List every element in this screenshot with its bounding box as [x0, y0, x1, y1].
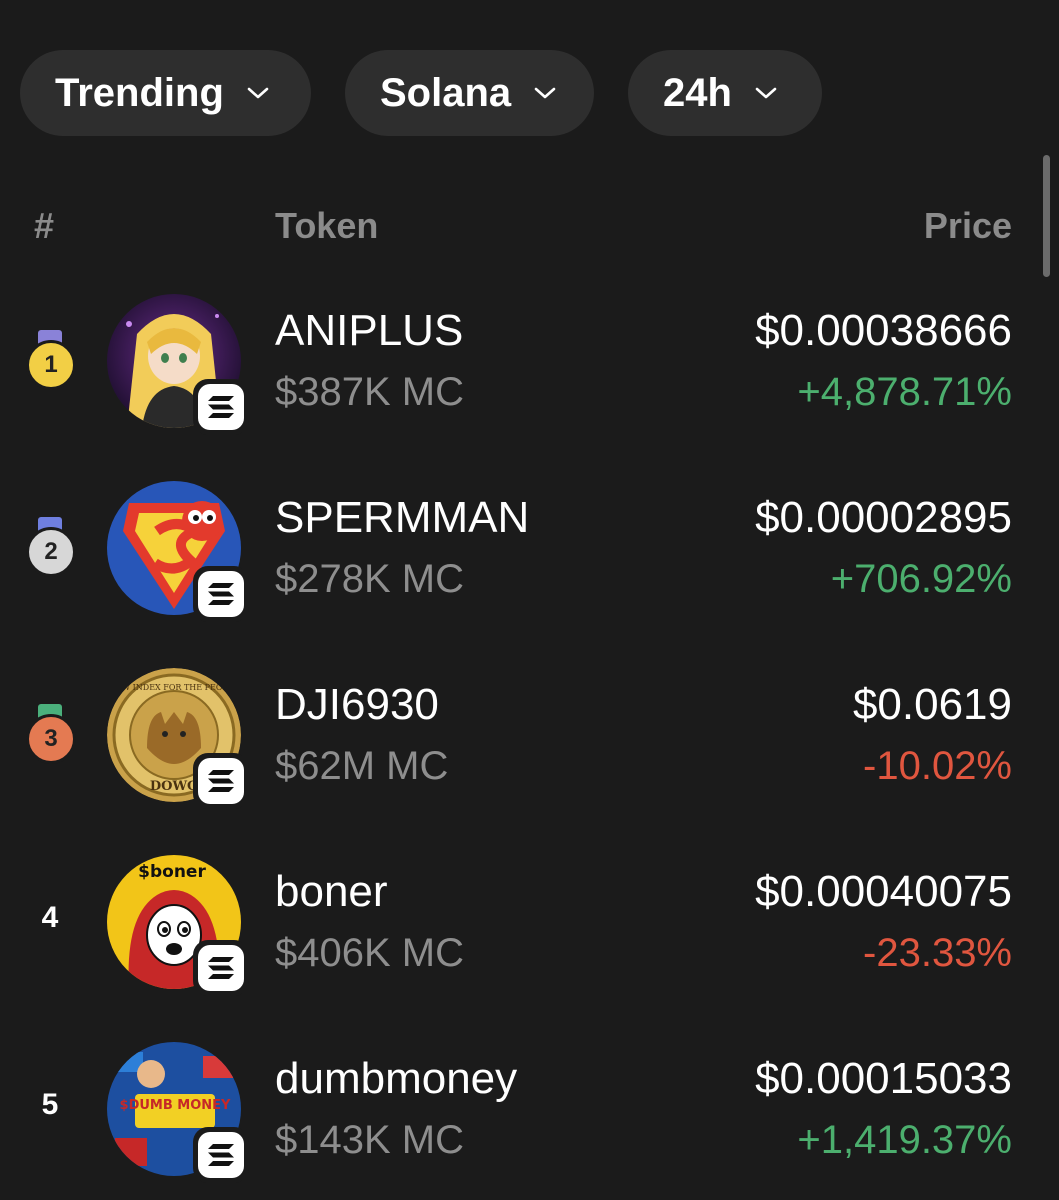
- filter-bar: Trending Solana 24h: [20, 50, 822, 136]
- token-price-change: -10.02%: [863, 744, 1012, 788]
- token-market-cap: $62M MC: [275, 744, 449, 788]
- token-name: boner: [275, 867, 388, 916]
- token-price-change: -23.33%: [863, 931, 1012, 975]
- token-price: $0.00040075: [755, 867, 1012, 916]
- rank-number: 4: [41, 901, 59, 934]
- chevron-down-icon: [533, 81, 557, 105]
- svg-text:$DUMB MONEY: $DUMB MONEY: [120, 1098, 232, 1113]
- token-price: $0.0619: [852, 680, 1012, 729]
- token-row[interactable]: 2 SPERMMAN $278K MC $0.00002895 +706.92%: [0, 481, 1059, 631]
- token-row[interactable]: 1 ANIPLUS $387K MC $0.00038666 +4,878.71…: [0, 294, 1059, 444]
- bronze-medal-icon: 3: [24, 704, 76, 768]
- chevron-down-icon: [754, 81, 778, 105]
- token-row[interactable]: 5 $DUMB MONEY dumbmoney $143K MC $0.0001…: [0, 1042, 1059, 1192]
- token-name: SPERMMAN: [275, 493, 530, 542]
- solana-icon: [193, 753, 249, 809]
- token-market-cap: $406K MC: [275, 931, 464, 975]
- chain-filter-label: Solana: [380, 70, 512, 115]
- token-market-cap: $143K MC: [275, 1118, 464, 1162]
- chain-filter-dropdown[interactable]: Solana: [345, 50, 594, 136]
- timeframe-filter-label: 24h: [663, 70, 732, 115]
- scrollbar[interactable]: [1043, 155, 1050, 277]
- silver-medal-icon: 2: [24, 517, 76, 581]
- token-price: $0.00002895: [755, 493, 1012, 542]
- chevron-down-icon: [246, 81, 270, 105]
- token-price-change: +1,419.37%: [797, 1118, 1012, 1162]
- trending-filter-label: Trending: [55, 70, 224, 115]
- svg-text:$boner: $boner: [138, 862, 206, 882]
- timeframe-filter-dropdown[interactable]: 24h: [628, 50, 822, 136]
- token-market-cap: $278K MC: [275, 557, 464, 601]
- token-row[interactable]: 4 $boner boner $406K MC $0.00040075 -23.…: [0, 855, 1059, 1005]
- token-price-change: +4,878.71%: [797, 370, 1012, 414]
- trending-screen: Trending Solana 24h # Token Price 1 ANIP…: [0, 0, 1059, 1200]
- solana-icon: [193, 940, 249, 996]
- svg-text:NEW INDEX FOR THE PEOPLE: NEW INDEX FOR THE PEOPLE: [109, 683, 239, 692]
- gold-medal-icon: 1: [24, 330, 76, 394]
- token-price: $0.00038666: [755, 306, 1012, 355]
- token-row[interactable]: 3 DOWG NEW INDEX FOR THE PEOPLE DJI6930 …: [0, 668, 1059, 818]
- token-name: DJI6930: [275, 680, 439, 729]
- token-price-change: +706.92%: [830, 557, 1012, 601]
- token-market-cap: $387K MC: [275, 370, 464, 414]
- token-name: ANIPLUS: [275, 306, 464, 355]
- column-header-price[interactable]: Price: [924, 205, 1012, 247]
- column-header-rank: #: [34, 205, 55, 246]
- column-header-token: Token: [275, 205, 379, 246]
- solana-icon: [193, 566, 249, 622]
- token-price: $0.00015033: [755, 1054, 1012, 1103]
- svg-text:DOWG: DOWG: [150, 779, 198, 794]
- solana-icon: [193, 1127, 249, 1183]
- rank-number: 5: [41, 1088, 59, 1121]
- token-name: dumbmoney: [275, 1054, 518, 1103]
- solana-icon: [193, 379, 249, 435]
- trending-filter-dropdown[interactable]: Trending: [20, 50, 311, 136]
